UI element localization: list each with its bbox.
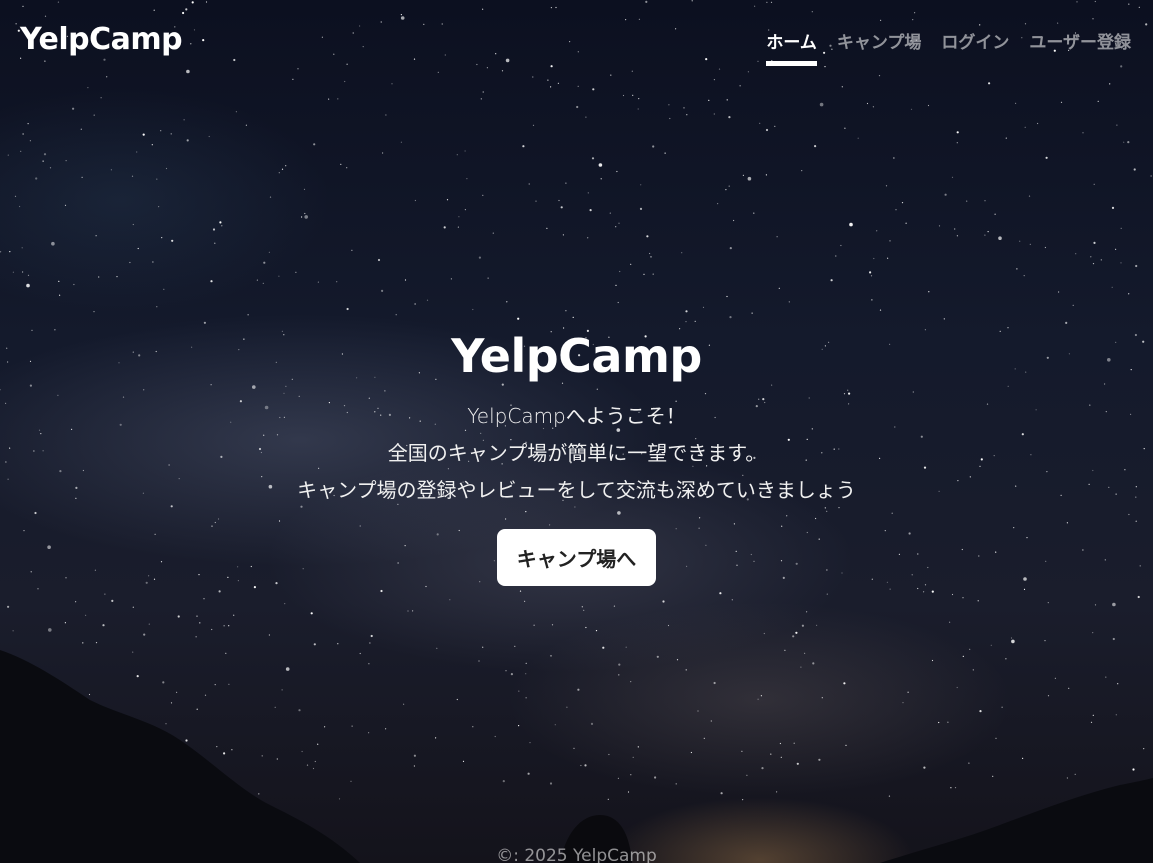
go-to-campgrounds-button[interactable]: キャンプ場へ bbox=[496, 529, 657, 586]
hero-line-welcome: YelpCampへようこそ！ bbox=[467, 404, 686, 428]
hero-section: YelpCamp YelpCampへようこそ！ 全国のキャンプ場が簡単に一望でき… bbox=[0, 326, 1153, 586]
hero-description: YelpCampへようこそ！ 全国のキャンプ場が簡単に一望できます。 キャンプ場… bbox=[0, 398, 1153, 509]
nav-link-login[interactable]: ログイン bbox=[941, 28, 1009, 66]
hero-title: YelpCamp bbox=[451, 329, 702, 383]
nav-links: ホーム キャンプ場 ログイン ユーザー登録 bbox=[766, 28, 1131, 66]
nav-link-campgrounds[interactable]: キャンプ場 bbox=[837, 28, 922, 66]
nav-link-register[interactable]: ユーザー登録 bbox=[1029, 28, 1131, 66]
footer-copyright: ©: 2025 YelpCamp bbox=[496, 846, 657, 863]
navbar: YelpCamp ホーム キャンプ場 ログイン ユーザー登録 bbox=[0, 0, 1153, 80]
footer: ©: 2025 YelpCamp bbox=[0, 846, 1153, 863]
brand-logo[interactable]: YelpCamp bbox=[20, 22, 183, 57]
hero-line-invite: キャンプ場の登録やレビューをして交流も深めていきましょう bbox=[297, 478, 856, 502]
hero-line-overview: 全国のキャンプ場が簡単に一望できます。 bbox=[387, 441, 766, 465]
nav-link-home[interactable]: ホーム bbox=[766, 28, 817, 66]
